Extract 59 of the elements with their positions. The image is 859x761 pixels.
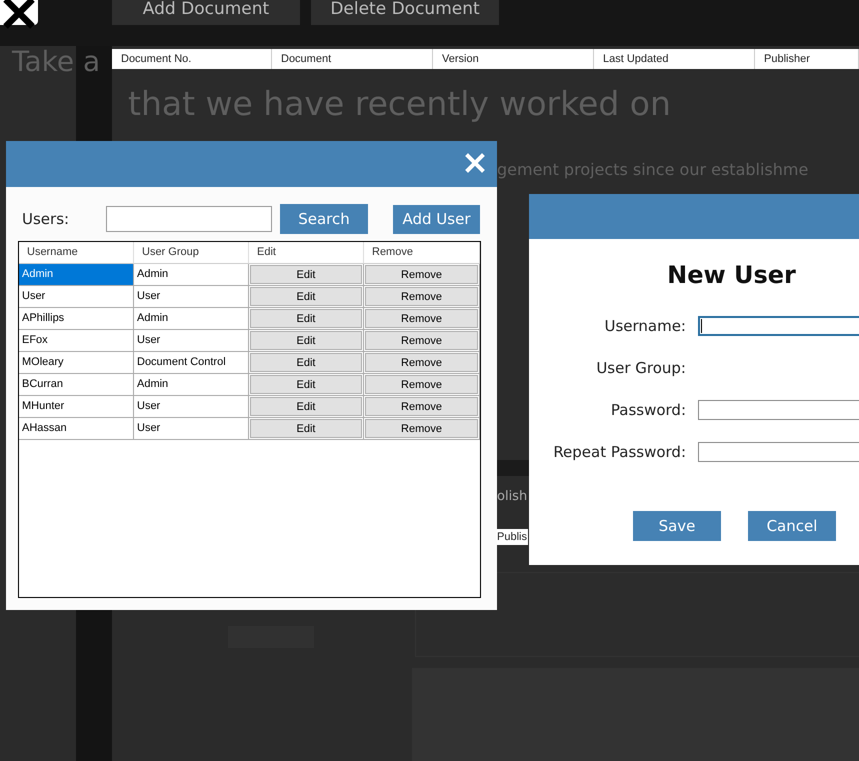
table-cell[interactable]: Admin — [19, 264, 134, 286]
table-cell: Document Control — [134, 352, 249, 374]
input-field[interactable] — [698, 316, 859, 336]
add-user-button[interactable]: Add User — [393, 204, 480, 234]
remove-button[interactable]: Remove — [365, 265, 478, 284]
field-label: User Group: — [595, 358, 686, 379]
edit-button[interactable]: Edit — [250, 331, 362, 350]
remove-button[interactable]: Remove — [365, 397, 478, 416]
table-cell[interactable]: User — [19, 286, 134, 308]
table-cell: Admin — [134, 264, 249, 286]
table-cell: User — [134, 418, 249, 440]
column-header: Publisher — [755, 49, 859, 69]
remove-button[interactable]: Remove — [365, 353, 478, 372]
table-cell: User — [134, 396, 249, 418]
toolbar-button[interactable]: Delete Document — [311, 0, 499, 25]
table-cell: User — [134, 286, 249, 308]
dialog-button[interactable]: Cancel — [748, 511, 836, 541]
column-header: Remove — [364, 242, 480, 264]
table-cell[interactable]: BCurran — [19, 374, 134, 396]
field-label: Repeat Password: — [552, 442, 686, 463]
column-header: Edit — [249, 242, 364, 264]
column-header: Version — [433, 49, 594, 69]
dialog-button[interactable]: Save — [633, 511, 721, 541]
column-header: User Group — [134, 242, 249, 264]
edit-button[interactable]: Edit — [250, 419, 362, 438]
table-cell: User — [134, 330, 249, 352]
search-button[interactable]: Search — [280, 204, 368, 234]
edit-button[interactable]: Edit — [250, 309, 362, 328]
background-label: olish — [497, 489, 528, 504]
remove-button[interactable]: Remove — [365, 309, 478, 328]
remove-button[interactable]: Remove — [365, 375, 478, 394]
table-cell[interactable]: MHunter — [19, 396, 134, 418]
search-field[interactable] — [106, 206, 272, 232]
toolbar-button[interactable]: Add Document — [112, 0, 300, 25]
remove-button[interactable]: Remove — [365, 287, 478, 306]
remove-button[interactable]: Remove — [365, 331, 478, 350]
field-label: Password: — [610, 400, 686, 421]
dialog-title: New User — [666, 260, 797, 291]
edit-button[interactable]: Edit — [250, 375, 362, 394]
input-field[interactable] — [698, 442, 859, 462]
edit-button[interactable]: Edit — [250, 353, 362, 372]
remove-button[interactable]: Remove — [365, 419, 478, 438]
table-cell: Admin — [134, 308, 249, 330]
table-cell[interactable]: APhillips — [19, 308, 134, 330]
column-header: Last Updated — [594, 49, 755, 69]
table-cell: Admin — [134, 374, 249, 396]
field-label: Username: — [603, 316, 686, 337]
field-label: Users: — [22, 210, 70, 228]
table-cell[interactable]: AHassan — [19, 418, 134, 440]
table-cell[interactable]: MOleary — [19, 352, 134, 374]
text-cursor — [701, 319, 702, 333]
edit-button[interactable]: Edit — [250, 265, 362, 284]
close-icon[interactable] — [3, 0, 35, 29]
edit-button[interactable]: Edit — [250, 397, 362, 416]
table-cell[interactable]: EFox — [19, 330, 134, 352]
column-header: Document No. — [112, 49, 272, 69]
input-field[interactable] — [698, 400, 859, 420]
column-header: Document — [272, 49, 433, 69]
edit-button[interactable]: Edit — [250, 287, 362, 306]
